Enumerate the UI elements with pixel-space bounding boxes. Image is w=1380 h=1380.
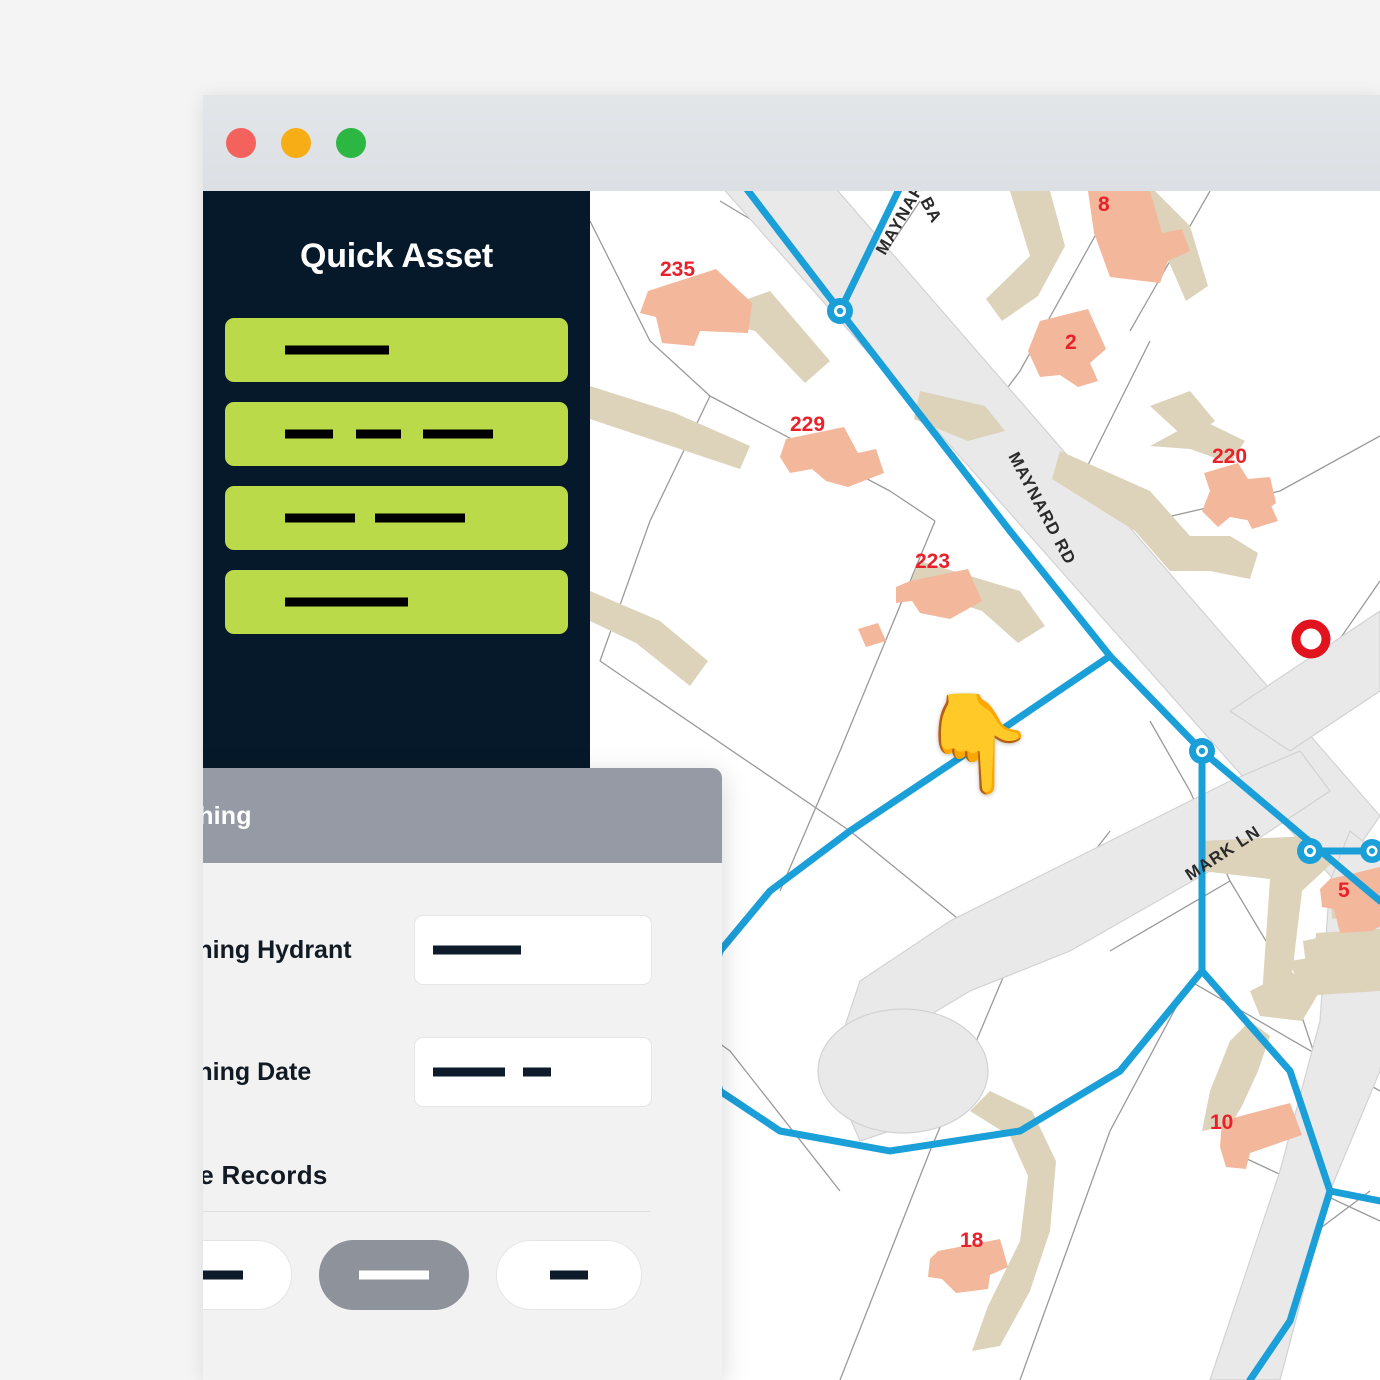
redacted-label-bar [285, 513, 355, 523]
building-number-label: 235 [660, 258, 695, 281]
flushing-date-field-label: Flushing Date [203, 1057, 312, 1086]
redacted-value-bar [433, 945, 521, 955]
redacted-label-bar [375, 513, 465, 523]
redacted-label-bar [285, 345, 389, 355]
traffic-light-controls [226, 128, 366, 158]
flushing-hydrant-field-label: Flushing Hydrant [203, 935, 352, 964]
nav-button-4[interactable] [225, 570, 568, 634]
valve-record-pill-1[interactable] [203, 1240, 292, 1310]
redacted-label-bar [356, 429, 401, 439]
flushing-panel: Flushing Flushing Hydrant Flushing Date V… [203, 768, 722, 1380]
screenshot-root: .pl { fill:none; stroke:#9a9a9a; stroke-… [0, 0, 1380, 1380]
nav-button-3[interactable] [225, 486, 568, 550]
minimize-window-button[interactable] [281, 128, 311, 158]
flushing-panel-title: Flushing [203, 802, 252, 830]
building-number-label: 5 [1338, 879, 1350, 902]
page-title: Quick Asset [299, 237, 494, 275]
flushing-panel-header: Flushing [203, 768, 722, 863]
flushing-hydrant-field-row: Flushing Hydrant [203, 915, 722, 985]
section-divider [203, 1211, 650, 1212]
flushing-hydrant-field[interactable] [414, 915, 652, 985]
flushing-panel-body: Flushing Hydrant Flushing Date Valve Reco… [203, 915, 722, 1380]
building-number-label: 229 [790, 413, 825, 436]
redacted-label-bar [285, 597, 408, 607]
redacted-label-bar [550, 1270, 588, 1280]
building-number-label: 223 [915, 550, 950, 573]
building-number-label: 10 [1210, 1111, 1233, 1134]
browser-window: .pl { fill:none; stroke:#9a9a9a; stroke-… [203, 95, 1380, 1380]
valve-record-pill-2[interactable] [319, 1240, 469, 1310]
nav-button-1[interactable] [225, 318, 568, 382]
maximize-window-button[interactable] [336, 128, 366, 158]
building-number-label: 2 [1065, 331, 1077, 354]
redacted-label-bar [423, 429, 493, 439]
valve-records-pill-group [203, 1240, 722, 1310]
building-number-label: 8 [1098, 193, 1110, 216]
redacted-label-bar [359, 1270, 429, 1280]
flushing-fields: Flushing Hydrant Flushing Date [203, 915, 722, 1107]
redacted-value-bar [433, 1067, 505, 1077]
redacted-label-bar [285, 429, 333, 439]
app-body: .pl { fill:none; stroke:#9a9a9a; stroke-… [203, 191, 1380, 1380]
building-number-label: 18 [960, 1229, 984, 1252]
valve-records-heading: Valve Records [203, 1160, 328, 1190]
redacted-label-bar [203, 1270, 243, 1280]
valve-record-pill-3[interactable] [496, 1240, 642, 1310]
close-window-button[interactable] [226, 128, 256, 158]
flushing-date-field[interactable] [414, 1037, 652, 1107]
flushing-date-field-row: Flushing Date [203, 1037, 722, 1107]
building-number-label: 220 [1212, 445, 1247, 468]
window-titlebar [203, 95, 1380, 192]
sidebar-nav-list [225, 318, 568, 634]
nav-button-2[interactable] [225, 402, 568, 466]
redacted-value-bar [523, 1067, 551, 1077]
